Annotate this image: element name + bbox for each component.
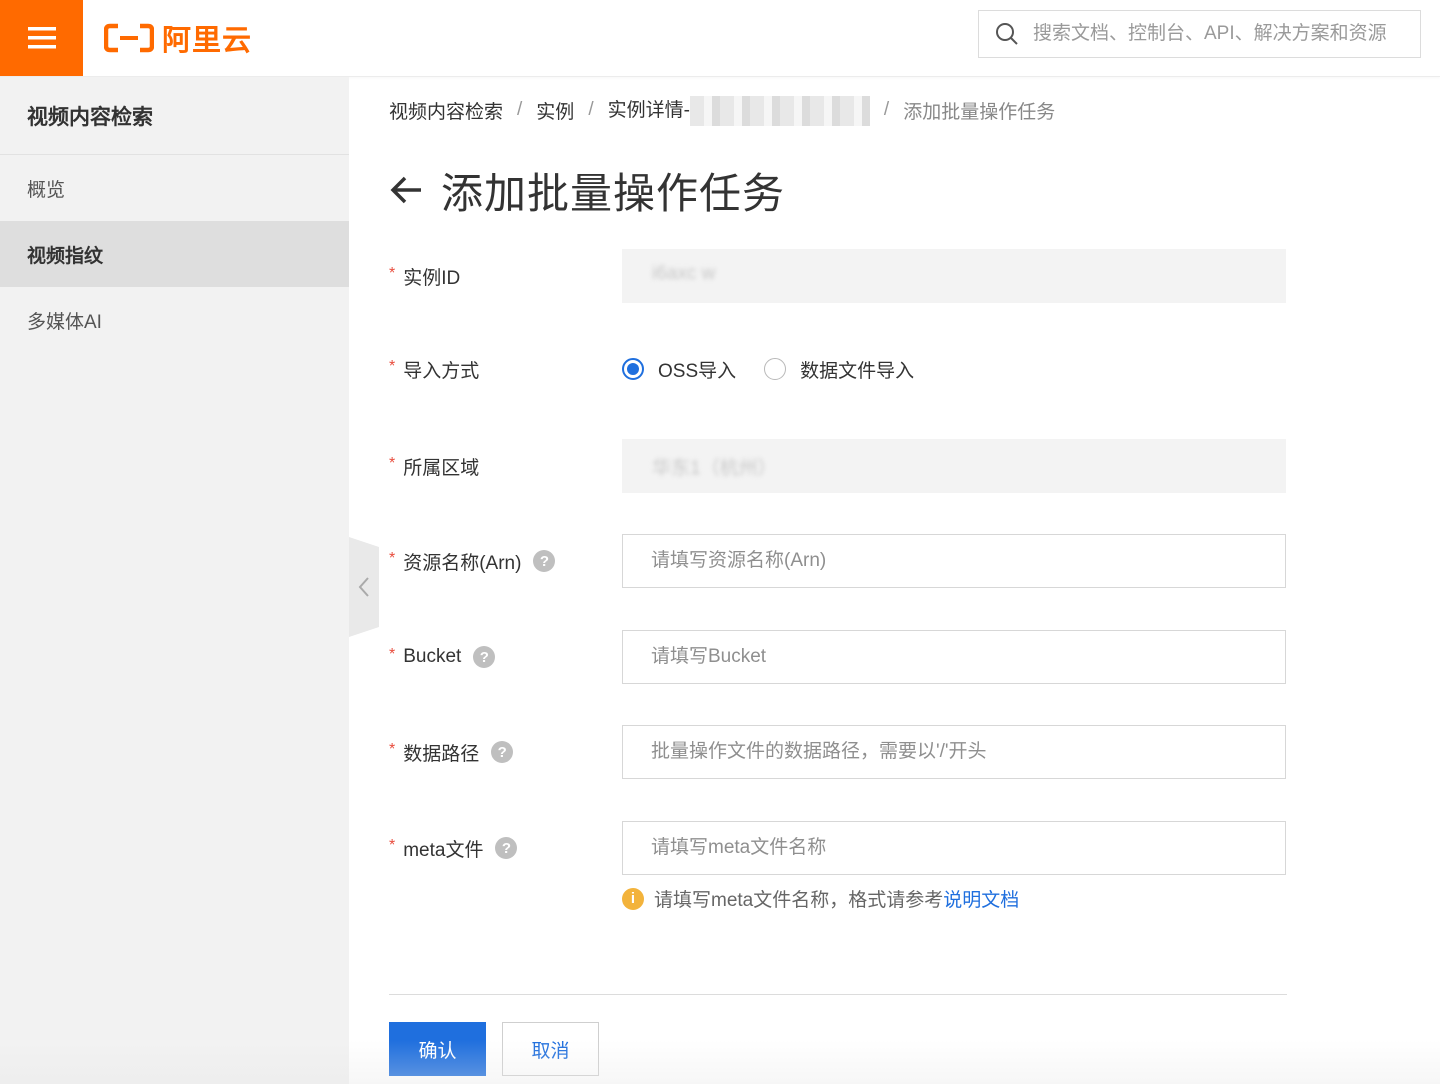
- bucket-input[interactable]: [623, 631, 1285, 683]
- sidebar: 视频内容检索 概览 视频指纹 多媒体AI: [0, 77, 349, 1084]
- top-bar: 阿里云: [0, 0, 1440, 77]
- form-row-meta-file: * meta文件? i 请填写meta文件名称，格式请参考说明文档: [389, 821, 1289, 931]
- region-label: * 所属区域: [389, 439, 479, 493]
- required-mark: *: [389, 741, 396, 758]
- confirm-button[interactable]: 确认: [389, 1022, 486, 1076]
- arn-input[interactable]: [623, 535, 1285, 587]
- import-method-label: * 导入方式: [389, 342, 479, 396]
- logo-text: 阿里云: [162, 25, 253, 57]
- required-mark: *: [389, 358, 396, 375]
- required-mark: *: [389, 837, 396, 854]
- breadcrumb-separator: /: [517, 99, 523, 120]
- search-icon: [996, 23, 1018, 45]
- bucket-label-text: Bucket: [403, 646, 462, 667]
- info-icon: i: [622, 887, 644, 910]
- sidebar-item-overview[interactable]: 概览: [0, 155, 349, 221]
- form-row-bucket: * Bucket?: [389, 630, 1289, 684]
- help-icon[interactable]: ?: [533, 550, 556, 572]
- radio-checked-icon[interactable]: [622, 358, 644, 380]
- arn-field[interactable]: [622, 534, 1286, 588]
- sidebar-title: 视频内容检索: [0, 77, 349, 155]
- data-path-input[interactable]: [623, 726, 1285, 778]
- meta-file-hint: i 请填写meta文件名称，格式请参考说明文档: [622, 885, 1019, 912]
- meta-file-field[interactable]: [622, 821, 1286, 875]
- required-mark: *: [389, 455, 396, 472]
- breadcrumb-video-search[interactable]: 视频内容检索: [389, 97, 503, 124]
- form-row-instance-id: * 实例ID i6axc w: [389, 249, 1289, 303]
- aliyun-logo[interactable]: 阿里云: [104, 17, 252, 59]
- import-method-radio-group: OSS导入 数据文件导入: [622, 342, 914, 396]
- help-icon[interactable]: ?: [491, 741, 514, 763]
- menu-icon[interactable]: [0, 0, 83, 76]
- chevron-left-icon: [358, 577, 369, 597]
- breadcrumb-separator: /: [883, 99, 890, 120]
- radio-oss-import[interactable]: OSS导入: [622, 356, 736, 383]
- breadcrumb-separator: /: [588, 99, 594, 120]
- required-mark: *: [389, 550, 396, 567]
- breadcrumb: 视频内容检索 / 实例 / 实例详情- / 添加批量操作任务: [389, 95, 1056, 126]
- aliyun-logo-icon: [104, 23, 154, 53]
- instance-id-label-text: 实例ID: [403, 267, 461, 289]
- region-field: 华东1（杭州）: [622, 439, 1286, 493]
- sidebar-collapse-button[interactable]: [349, 537, 379, 637]
- data-path-field[interactable]: [622, 725, 1286, 779]
- help-icon[interactable]: ?: [495, 837, 518, 859]
- form-row-data-path: * 数据路径?: [389, 725, 1289, 779]
- radio-datafile-import-label: 数据文件导入: [800, 360, 915, 382]
- form-row-arn: * 资源名称(Arn)?: [389, 534, 1289, 588]
- meta-file-hint-text: 请填写meta文件名称，格式请参考说明文档: [654, 885, 1019, 912]
- doc-link[interactable]: 说明文档: [943, 890, 1019, 911]
- required-mark: *: [389, 646, 396, 663]
- radio-datafile-import[interactable]: 数据文件导入: [764, 356, 914, 383]
- arn-label: * 资源名称(Arn)?: [389, 534, 556, 588]
- region-value: 华东1（杭州）: [652, 458, 777, 479]
- breadcrumb-instance-detail-label: 实例详情-: [607, 99, 690, 121]
- bucket-field[interactable]: [622, 630, 1286, 684]
- footer-divider: [389, 994, 1287, 995]
- global-search[interactable]: [978, 10, 1421, 58]
- help-icon[interactable]: ?: [473, 646, 496, 668]
- import-method-label-text: 导入方式: [403, 360, 480, 382]
- radio-oss-import-label: OSS导入: [658, 360, 737, 382]
- breadcrumb-instances[interactable]: 实例: [536, 97, 574, 124]
- cancel-button[interactable]: 取消: [502, 1022, 599, 1076]
- region-label-text: 所属区域: [403, 457, 480, 479]
- radio-unchecked-icon[interactable]: [764, 358, 787, 380]
- form-row-region: * 所属区域 华东1（杭州）: [389, 439, 1289, 493]
- sidebar-item-multimedia-ai[interactable]: 多媒体AI: [0, 287, 349, 353]
- arn-label-text: 资源名称(Arn): [403, 552, 522, 574]
- data-path-label: * 数据路径?: [389, 725, 514, 779]
- masked-instance-name: [689, 95, 870, 126]
- meta-file-input[interactable]: [623, 822, 1285, 874]
- breadcrumb-current: 添加批量操作任务: [903, 101, 1056, 123]
- bucket-label: * Bucket?: [389, 630, 496, 684]
- sidebar-item-video-fingerprint[interactable]: 视频指纹: [0, 221, 349, 287]
- required-mark: *: [389, 265, 396, 282]
- data-path-label-text: 数据路径: [403, 743, 480, 765]
- back-arrow-icon[interactable]: [389, 175, 423, 205]
- meta-file-label-text: meta文件: [403, 839, 484, 861]
- hint-text: 请填写meta文件名称，格式请参考: [654, 890, 944, 911]
- form-row-import-method: * 导入方式 OSS导入 数据文件导入: [389, 342, 1289, 396]
- meta-file-label: * meta文件?: [389, 821, 518, 875]
- page-header: 添加批量操作任务: [389, 160, 785, 220]
- breadcrumb-instance-detail[interactable]: 实例详情-: [608, 95, 870, 126]
- instance-id-value: i6axc w: [652, 263, 716, 284]
- instance-id-field: i6axc w: [622, 249, 1286, 303]
- page-title: 添加批量操作任务: [441, 169, 786, 217]
- instance-id-label: * 实例ID: [389, 249, 460, 303]
- search-input[interactable]: [1031, 22, 1415, 46]
